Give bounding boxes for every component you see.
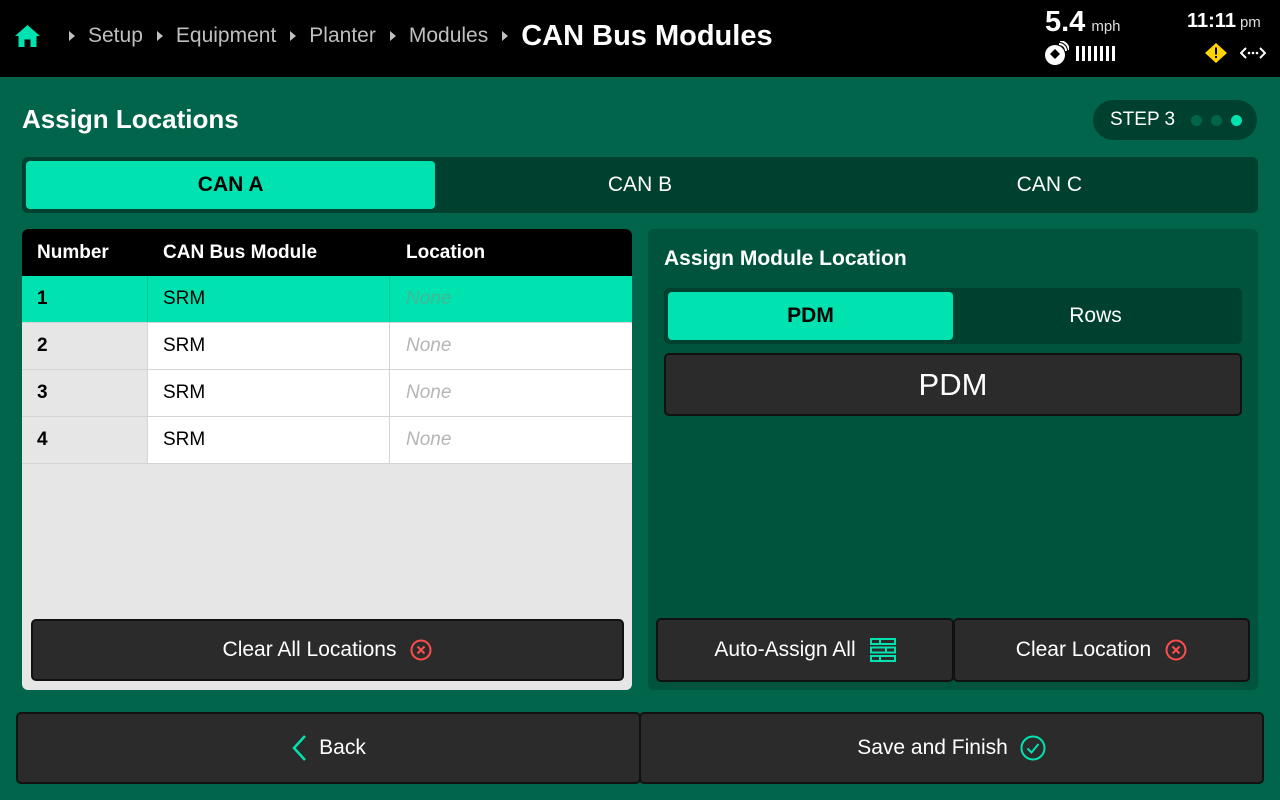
row-location: None xyxy=(406,335,452,356)
table-row[interactable]: 2 SRM None xyxy=(22,323,632,370)
tab-pdm[interactable]: PDM xyxy=(668,292,953,340)
back-label: Back xyxy=(319,736,366,759)
module-table-panel: Number CAN Bus Module Location 1 SRM Non… xyxy=(22,229,632,690)
close-circle-icon xyxy=(410,639,432,661)
save-and-finish-label: Save and Finish xyxy=(857,736,1008,759)
speed-value: 5.4 xyxy=(1045,6,1086,38)
can-bus-tabs: CAN A CAN B CAN C xyxy=(22,157,1258,213)
clock: 11:11 pm xyxy=(1187,10,1261,33)
close-circle-icon xyxy=(1165,639,1187,661)
row-number: 2 xyxy=(22,323,148,369)
gps-icon[interactable] xyxy=(1043,40,1070,72)
breadcrumb-planter[interactable]: Planter xyxy=(309,24,376,48)
link-icon[interactable] xyxy=(1239,45,1267,66)
breadcrumb-separator xyxy=(502,31,509,41)
assign-panel-title: Assign Module Location xyxy=(664,247,907,270)
clear-all-locations-label: Clear All Locations xyxy=(222,638,397,661)
breadcrumb-setup[interactable]: Setup xyxy=(88,24,143,48)
tab-can-a[interactable]: CAN A xyxy=(26,161,436,209)
column-header-location: Location xyxy=(406,241,486,263)
page-title: Assign Locations xyxy=(22,104,239,134)
step-dot xyxy=(1211,114,1223,126)
row-location: None xyxy=(406,288,452,309)
step-dots xyxy=(1191,114,1243,126)
signal-icon xyxy=(1076,46,1115,61)
auto-assign-all-button[interactable]: Auto-Assign All xyxy=(656,618,954,682)
row-location: None xyxy=(406,429,452,450)
breadcrumb-equipment[interactable]: Equipment xyxy=(176,24,276,48)
auto-assign-icon xyxy=(869,637,896,663)
chevron-left-icon xyxy=(291,734,307,762)
row-module: SRM xyxy=(148,417,390,463)
page-heading: CAN Bus Modules xyxy=(521,19,773,52)
tab-can-c[interactable]: CAN C xyxy=(845,161,1254,209)
clear-location-button[interactable]: Clear Location xyxy=(953,618,1250,682)
step-indicator: STEP 3 xyxy=(1093,100,1257,140)
warning-icon[interactable] xyxy=(1205,43,1227,68)
clear-location-label: Clear Location xyxy=(1015,638,1152,661)
breadcrumb-separator xyxy=(290,31,297,41)
tab-can-b[interactable]: CAN B xyxy=(435,161,844,209)
save-and-finish-button[interactable]: Save and Finish xyxy=(639,712,1264,784)
table-row[interactable]: 1 SRM None xyxy=(22,276,632,323)
row-module: SRM xyxy=(148,276,390,322)
row-module: SRM xyxy=(148,370,390,416)
row-module: SRM xyxy=(148,323,390,369)
tab-rows[interactable]: Rows xyxy=(953,292,1238,340)
breadcrumb-separator xyxy=(156,31,163,41)
pdm-location-option[interactable]: PDM xyxy=(664,353,1242,416)
clear-all-locations-button[interactable]: Clear All Locations xyxy=(31,619,624,681)
table-header: Number CAN Bus Module Location xyxy=(22,229,632,276)
speed-unit: mph xyxy=(1091,18,1121,35)
auto-assign-all-label: Auto-Assign All xyxy=(714,638,856,661)
breadcrumb-separator xyxy=(69,31,75,41)
row-number: 4 xyxy=(22,417,148,463)
check-circle-icon xyxy=(1020,735,1046,761)
top-bar: Setup Equipment Planter Modules CAN Bus … xyxy=(0,0,1280,77)
table-row[interactable]: 3 SRM None xyxy=(22,370,632,417)
step-dot xyxy=(1191,114,1203,126)
table-row[interactable]: 4 SRM None xyxy=(22,417,632,464)
row-location: None xyxy=(406,382,452,403)
back-button[interactable]: Back xyxy=(16,712,641,784)
column-header-module: CAN Bus Module xyxy=(163,241,318,263)
clock-ampm: pm xyxy=(1239,14,1261,31)
column-header-number: Number xyxy=(37,241,109,263)
home-icon[interactable] xyxy=(14,24,41,48)
breadcrumb-modules[interactable]: Modules xyxy=(409,24,488,48)
breadcrumb: Setup Equipment Planter Modules CAN Bus … xyxy=(14,18,773,54)
location-type-tabs: PDM Rows xyxy=(664,288,1242,344)
step-dot-current xyxy=(1231,114,1243,126)
breadcrumb-separator xyxy=(389,31,396,41)
row-number: 3 xyxy=(22,370,148,416)
step-label: STEP 3 xyxy=(1110,109,1176,130)
speed-readout: 5.4 mph xyxy=(1045,6,1121,40)
assign-location-panel: Assign Module Location PDM Rows PDM Auto… xyxy=(648,229,1258,690)
row-number: 1 xyxy=(22,276,148,322)
clock-time: 11:11 xyxy=(1187,10,1236,32)
